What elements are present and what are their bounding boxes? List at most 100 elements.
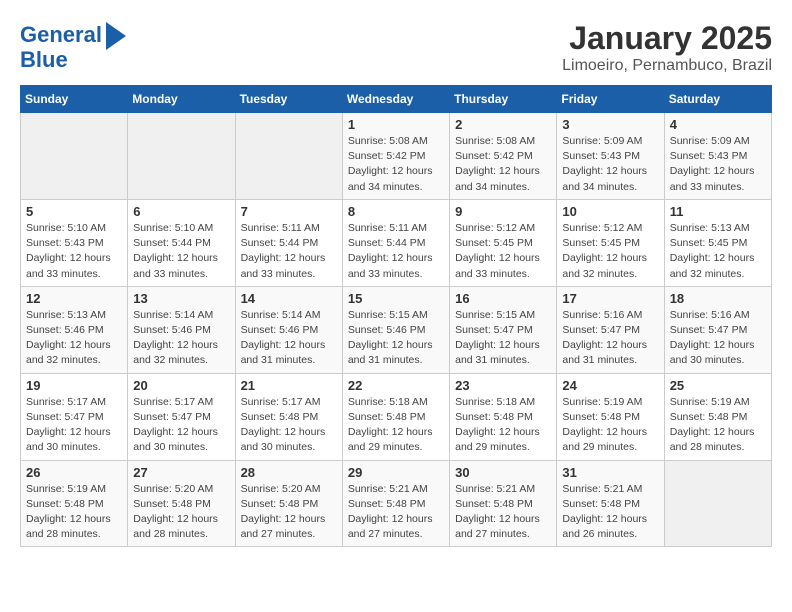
logo: General Blue: [20, 20, 126, 72]
day-info: Sunrise: 5:21 AM Sunset: 5:48 PM Dayligh…: [562, 482, 658, 543]
logo-arrow-icon: [106, 22, 126, 50]
week-row-1: 1 Sunrise: 5:08 AM Sunset: 5:42 PM Daylig…: [21, 113, 772, 200]
calendar-cell: [128, 113, 235, 200]
day-number: 4: [670, 117, 766, 132]
calendar-cell: 31 Sunrise: 5:21 AM Sunset: 5:48 PM Dayli…: [557, 460, 664, 547]
weekday-header-monday: Monday: [128, 86, 235, 113]
day-number: 17: [562, 291, 658, 306]
day-info: Sunrise: 5:17 AM Sunset: 5:48 PM Dayligh…: [241, 395, 337, 456]
calendar-cell: 24 Sunrise: 5:19 AM Sunset: 5:48 PM Dayli…: [557, 373, 664, 460]
day-info: Sunrise: 5:19 AM Sunset: 5:48 PM Dayligh…: [670, 395, 766, 456]
calendar-cell: 26 Sunrise: 5:19 AM Sunset: 5:48 PM Dayli…: [21, 460, 128, 547]
day-info: Sunrise: 5:18 AM Sunset: 5:48 PM Dayligh…: [348, 395, 444, 456]
day-number: 30: [455, 465, 551, 480]
day-info: Sunrise: 5:16 AM Sunset: 5:47 PM Dayligh…: [670, 308, 766, 369]
day-number: 7: [241, 204, 337, 219]
page-subtitle: Limoeiro, Pernambuco, Brazil: [562, 57, 772, 75]
day-number: 24: [562, 378, 658, 393]
day-info: Sunrise: 5:10 AM Sunset: 5:43 PM Dayligh…: [26, 221, 122, 282]
day-number: 29: [348, 465, 444, 480]
day-number: 20: [133, 378, 229, 393]
day-info: Sunrise: 5:12 AM Sunset: 5:45 PM Dayligh…: [562, 221, 658, 282]
calendar-cell: 4 Sunrise: 5:09 AM Sunset: 5:43 PM Daylig…: [664, 113, 771, 200]
day-info: Sunrise: 5:17 AM Sunset: 5:47 PM Dayligh…: [26, 395, 122, 456]
day-info: Sunrise: 5:10 AM Sunset: 5:44 PM Dayligh…: [133, 221, 229, 282]
weekday-header-friday: Friday: [557, 86, 664, 113]
weekday-header-sunday: Sunday: [21, 86, 128, 113]
calendar-cell: 22 Sunrise: 5:18 AM Sunset: 5:48 PM Dayli…: [342, 373, 449, 460]
calendar-cell: 27Sunrise: 5:20 AM Sunset: 5:48 PM Dayli…: [128, 460, 235, 547]
week-row-5: 26 Sunrise: 5:19 AM Sunset: 5:48 PM Dayli…: [21, 460, 772, 547]
weekday-header-tuesday: Tuesday: [235, 86, 342, 113]
calendar-cell: 15 Sunrise: 5:15 AM Sunset: 5:46 PM Dayli…: [342, 286, 449, 373]
day-number: 5: [26, 204, 122, 219]
weekday-header-row: SundayMondayTuesdayWednesdayThursdayFrid…: [21, 86, 772, 113]
calendar-cell: 14 Sunrise: 5:14 AM Sunset: 5:46 PM Dayli…: [235, 286, 342, 373]
day-info: Sunrise: 5:19 AM Sunset: 5:48 PM Dayligh…: [26, 482, 122, 543]
day-number: 2: [455, 117, 551, 132]
day-info: Sunrise: 5:15 AM Sunset: 5:46 PM Dayligh…: [348, 308, 444, 369]
day-number: 16: [455, 291, 551, 306]
day-info: Sunrise: 5:15 AM Sunset: 5:47 PM Dayligh…: [455, 308, 551, 369]
day-number: 9: [455, 204, 551, 219]
day-info: Sunrise: 5:21 AM Sunset: 5:48 PM Dayligh…: [348, 482, 444, 543]
day-number: 31: [562, 465, 658, 480]
logo-general: General: [20, 22, 102, 47]
day-number: 3: [562, 117, 658, 132]
title-block: January 2025 Limoeiro, Pernambuco, Brazi…: [562, 20, 772, 75]
day-number: 1: [348, 117, 444, 132]
calendar-cell: [664, 460, 771, 547]
day-number: 15: [348, 291, 444, 306]
day-number: 18: [670, 291, 766, 306]
day-info: Sunrise: 5:16 AM Sunset: 5:47 PM Dayligh…: [562, 308, 658, 369]
day-info: Sunrise: 5:09 AM Sunset: 5:43 PM Dayligh…: [562, 134, 658, 195]
calendar-cell: 19 Sunrise: 5:17 AM Sunset: 5:47 PM Dayli…: [21, 373, 128, 460]
day-number: 6: [133, 204, 229, 219]
weekday-header-saturday: Saturday: [664, 86, 771, 113]
day-info: Sunrise: 5:08 AM Sunset: 5:42 PM Dayligh…: [348, 134, 444, 195]
day-number: 13: [133, 291, 229, 306]
calendar-cell: [21, 113, 128, 200]
day-number: 14: [241, 291, 337, 306]
day-info: Sunrise: 5:11 AM Sunset: 5:44 PM Dayligh…: [241, 221, 337, 282]
calendar-cell: 6 Sunrise: 5:10 AM Sunset: 5:44 PM Daylig…: [128, 199, 235, 286]
day-number: 23: [455, 378, 551, 393]
day-info: Sunrise: 5:13 AM Sunset: 5:45 PM Dayligh…: [670, 221, 766, 282]
calendar-cell: 3 Sunrise: 5:09 AM Sunset: 5:43 PM Daylig…: [557, 113, 664, 200]
calendar-cell: 12 Sunrise: 5:13 AM Sunset: 5:46 PM Dayli…: [21, 286, 128, 373]
calendar-cell: 20Sunrise: 5:17 AM Sunset: 5:47 PM Dayli…: [128, 373, 235, 460]
calendar-cell: 16 Sunrise: 5:15 AM Sunset: 5:47 PM Dayli…: [450, 286, 557, 373]
day-info: Sunrise: 5:14 AM Sunset: 5:46 PM Dayligh…: [133, 308, 229, 369]
day-info: Sunrise: 5:09 AM Sunset: 5:43 PM Dayligh…: [670, 134, 766, 195]
day-info: Sunrise: 5:21 AM Sunset: 5:48 PM Dayligh…: [455, 482, 551, 543]
day-number: 8: [348, 204, 444, 219]
day-info: Sunrise: 5:08 AM Sunset: 5:42 PM Dayligh…: [455, 134, 551, 195]
day-info: Sunrise: 5:14 AM Sunset: 5:46 PM Dayligh…: [241, 308, 337, 369]
day-number: 11: [670, 204, 766, 219]
calendar-cell: 11 Sunrise: 5:13 AM Sunset: 5:45 PM Dayli…: [664, 199, 771, 286]
day-info: Sunrise: 5:13 AM Sunset: 5:46 PM Dayligh…: [26, 308, 122, 369]
day-number: 10: [562, 204, 658, 219]
day-number: 19: [26, 378, 122, 393]
day-info: Sunrise: 5:18 AM Sunset: 5:48 PM Dayligh…: [455, 395, 551, 456]
calendar-cell: 7 Sunrise: 5:11 AM Sunset: 5:44 PM Daylig…: [235, 199, 342, 286]
weekday-header-wednesday: Wednesday: [342, 86, 449, 113]
day-number: 21: [241, 378, 337, 393]
calendar-cell: 28Sunrise: 5:20 AM Sunset: 5:48 PM Dayli…: [235, 460, 342, 547]
day-number: 22: [348, 378, 444, 393]
week-row-4: 19 Sunrise: 5:17 AM Sunset: 5:47 PM Dayli…: [21, 373, 772, 460]
day-number: 25: [670, 378, 766, 393]
calendar-cell: 1 Sunrise: 5:08 AM Sunset: 5:42 PM Daylig…: [342, 113, 449, 200]
calendar-cell: 5 Sunrise: 5:10 AM Sunset: 5:43 PM Daylig…: [21, 199, 128, 286]
logo-text: General: [20, 23, 102, 47]
day-number: 26: [26, 465, 122, 480]
calendar-cell: 9Sunrise: 5:12 AM Sunset: 5:45 PM Daylig…: [450, 199, 557, 286]
day-info: Sunrise: 5:11 AM Sunset: 5:44 PM Dayligh…: [348, 221, 444, 282]
calendar-cell: 18 Sunrise: 5:16 AM Sunset: 5:47 PM Dayli…: [664, 286, 771, 373]
day-info: Sunrise: 5:19 AM Sunset: 5:48 PM Dayligh…: [562, 395, 658, 456]
day-number: 27: [133, 465, 229, 480]
calendar-cell: 29 Sunrise: 5:21 AM Sunset: 5:48 PM Dayli…: [342, 460, 449, 547]
calendar-cell: 21 Sunrise: 5:17 AM Sunset: 5:48 PM Dayli…: [235, 373, 342, 460]
day-number: 12: [26, 291, 122, 306]
page-header: General Blue January 2025 Limoeiro, Pern…: [20, 20, 772, 75]
